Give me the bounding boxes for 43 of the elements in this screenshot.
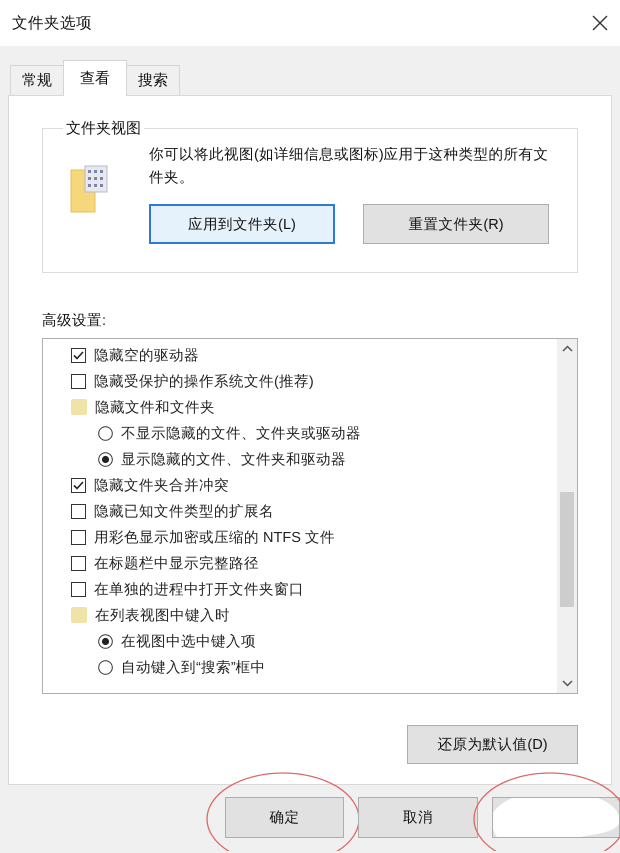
option-label: 在视图中选中键入项: [121, 632, 256, 650]
scrollbar[interactable]: [557, 339, 577, 693]
option-label: 隐藏文件和文件夹: [95, 398, 215, 416]
folder-view-button[interactable]: 应用到文件夹(L): [149, 204, 335, 244]
radio-button[interactable]: [98, 426, 113, 440]
option-label: 隐藏空的驱动器: [94, 346, 199, 364]
chevron-down-icon[interactable]: [562, 680, 572, 687]
option-label: 隐藏文件夹合并冲突: [94, 476, 229, 494]
tab[interactable]: 搜索: [126, 65, 180, 95]
chevron-up-icon[interactable]: [562, 345, 572, 352]
option-label: 隐藏已知文件类型的扩展名: [94, 502, 274, 520]
checkbox[interactable]: [71, 582, 86, 596]
section-label: 高级设置:: [42, 312, 108, 330]
restore-defaults-button[interactable]: 还原为默认值(D): [407, 725, 578, 764]
dialog-button[interactable]: 取消: [358, 797, 478, 838]
folder-view-button[interactable]: 重置文件夹(R): [363, 204, 549, 244]
checkbox[interactable]: [71, 374, 86, 388]
tab[interactable]: 查看: [63, 60, 127, 96]
radio-button[interactable]: [98, 452, 113, 466]
option-label: 不显示隐藏的文件、文件夹或驱动器: [121, 424, 361, 442]
option-label: 在列表视图中键入时: [95, 606, 230, 624]
radio-button[interactable]: [98, 660, 113, 674]
option-label: 显示隐藏的文件、文件夹和驱动器: [121, 450, 346, 468]
dialog-button[interactable]: 确定: [225, 797, 344, 838]
checkbox[interactable]: [71, 348, 86, 362]
option-label: 在单独的进程中打开文件夹窗口: [94, 580, 304, 598]
window-title: 文件夹选项: [12, 14, 92, 34]
checkbox[interactable]: [71, 530, 86, 544]
folder-icon: [71, 607, 87, 623]
checkbox[interactable]: [71, 504, 86, 518]
option-label: 用彩色显示加密或压缩的 NTFS 文件: [94, 528, 335, 546]
folder-icon: [71, 399, 87, 415]
close-icon[interactable]: [592, 15, 608, 31]
option-label: 自动键入到“搜索”框中: [121, 658, 266, 676]
radio-button[interactable]: [98, 634, 113, 648]
group-title: 文件夹视图: [65, 119, 142, 138]
scroll-thumb[interactable]: [560, 492, 574, 607]
tab[interactable]: 常规: [10, 65, 64, 95]
checkbox[interactable]: [71, 556, 86, 570]
option-label: 隐藏受保护的操作系统文件(推荐): [94, 372, 314, 390]
option-label: 在标题栏中显示完整路径: [94, 554, 259, 572]
description-text: 你可以将此视图(如详细信息或图标)应用于这种类型的所有文件夹。: [149, 146, 549, 188]
checkbox[interactable]: [71, 478, 86, 492]
